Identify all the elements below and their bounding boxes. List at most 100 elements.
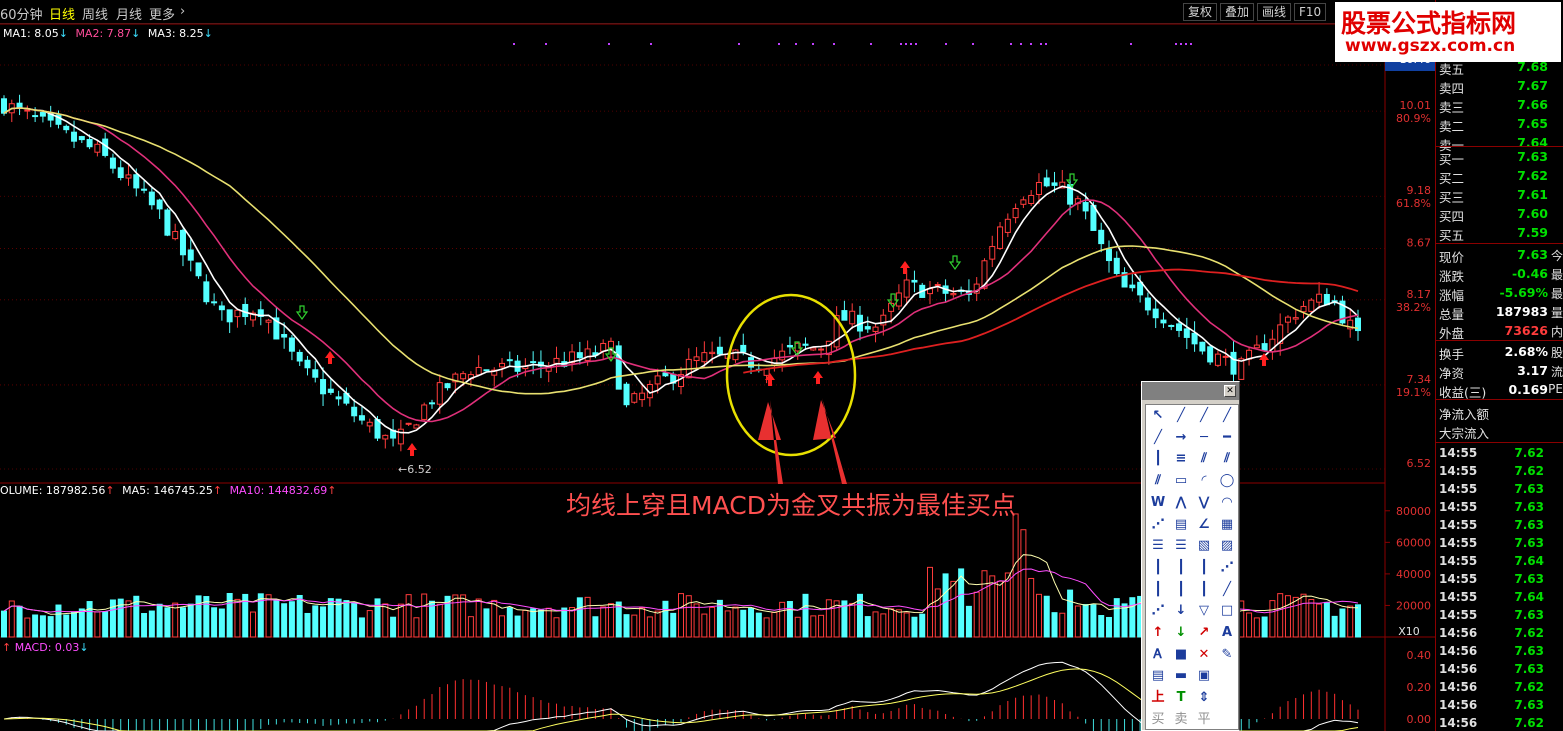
- paint-tool-icon[interactable]: ✎: [1216, 644, 1238, 666]
- tick-time: 14:56: [1439, 716, 1478, 730]
- level-mark-tool-icon[interactable]: ⇕: [1193, 687, 1215, 709]
- channel-tool-icon[interactable]: ⫽: [1216, 448, 1238, 470]
- fibonacci-tool-icon[interactable]: ☰: [1147, 535, 1169, 557]
- sell-level-4: 卖四 7.67: [1436, 77, 1563, 96]
- fibonacci-channel-tool-icon[interactable]: ▨: [1216, 535, 1238, 557]
- volume-bar: [623, 614, 630, 638]
- box-tool-icon[interactable]: □: [1216, 600, 1238, 622]
- gann-fan-tool-icon[interactable]: ⋰: [1147, 514, 1169, 536]
- vertical-line-tool-icon[interactable]: ┃: [1147, 448, 1169, 470]
- tick-price: 7.63: [1514, 536, 1544, 550]
- zigzag-tool-icon[interactable]: ⋁: [1193, 492, 1215, 514]
- volume-bar: [86, 601, 93, 638]
- quote-value: 7.62: [1517, 168, 1548, 183]
- volume-bar: [1246, 612, 1253, 638]
- period-tool-icon[interactable]: ┃: [1147, 579, 1169, 601]
- gann-angle-tool-icon[interactable]: ∠: [1193, 514, 1215, 536]
- event-dot: [1130, 43, 1132, 45]
- image-tool-icon[interactable]: ▣: [1193, 665, 1215, 687]
- ma-legend: MA1: 8.05↓ MA2: 7.87↓ MA3: 8.25↓: [3, 27, 213, 40]
- blank-tool-icon[interactable]: [1216, 665, 1238, 687]
- ray-tool-icon[interactable]: ╱: [1193, 405, 1215, 427]
- volume-bar: [895, 609, 902, 638]
- gann-grid-tool-icon[interactable]: ▤: [1170, 514, 1192, 536]
- tick-time: 14:55: [1439, 464, 1478, 478]
- text-tool-icon[interactable]: A: [1216, 622, 1238, 644]
- square-tool-icon[interactable]: ┃: [1193, 579, 1215, 601]
- down-arrow-tool-icon[interactable]: ↓: [1170, 600, 1192, 622]
- parallel-channel-tool-icon[interactable]: ⫽: [1147, 470, 1169, 492]
- site-watermark: 股票公式指标网 www.gszx.com.cn: [1335, 2, 1561, 62]
- wave-mark-tool-icon[interactable]: ⋀: [1170, 492, 1192, 514]
- event-dot: [833, 43, 835, 45]
- tee-mark-tool-icon[interactable]: T: [1170, 687, 1192, 709]
- event-dot: [778, 43, 780, 45]
- candle-body: [460, 373, 467, 380]
- volume-bar: [584, 596, 591, 638]
- fibonacci-fan-tool-icon[interactable]: ☰: [1170, 535, 1192, 557]
- flow-label: 大宗流入: [1439, 426, 1490, 441]
- arrow-segment-tool-icon[interactable]: →: [1170, 427, 1192, 449]
- gann-box-tool-icon[interactable]: ▦: [1216, 514, 1238, 536]
- candle-body: [872, 326, 879, 332]
- close-icon[interactable]: ✕: [1224, 385, 1236, 397]
- candle-body: [109, 157, 116, 169]
- circle-tool-icon[interactable]: ◯: [1216, 470, 1238, 492]
- quote-divider: [1436, 399, 1563, 400]
- flat-label-tool-icon[interactable]: 平: [1193, 709, 1215, 731]
- fan-tool-icon[interactable]: ⋰: [1147, 600, 1169, 622]
- volume-bar: [786, 601, 793, 638]
- stat-row: 换手 2.68% 股: [1436, 343, 1563, 362]
- volume-bar: [102, 611, 109, 638]
- drawing-toolbox[interactable]: ✕ ↖ ╱ ╱ ╱ ╱ → ─ ━ ┃ ≡ ⫽ ⫽ ⫽ ▭ ◜ ◯ W ⋀ ⋁ ◠ ⋰ ▤ ∠ ▦ ☰ ☰ ▧ ▨ ┃ ┃ ┃ ⋰ ┃ ┃ ┃ ╱ ⋰ ↓…: [1141, 381, 1240, 731]
- quote-label: 买二: [1439, 171, 1465, 186]
- event-dot: [900, 43, 902, 45]
- wave-tool-icon[interactable]: W: [1147, 492, 1169, 514]
- fibonacci-time-tool-icon[interactable]: ┃: [1170, 557, 1192, 579]
- volume-bar: [1051, 612, 1058, 638]
- fill-tool-icon[interactable]: ■: [1170, 644, 1192, 666]
- candle-body: [234, 309, 241, 318]
- time-zone-tool-icon[interactable]: ┃: [1147, 557, 1169, 579]
- lucas-tool-icon[interactable]: ┃: [1170, 579, 1192, 601]
- note-tool-icon[interactable]: ▤: [1147, 665, 1169, 687]
- up-arrow-mark-icon[interactable]: ↑: [1147, 622, 1169, 644]
- cycle-tool-icon[interactable]: ◠: [1216, 492, 1238, 514]
- parallel-line-tool-icon[interactable]: ⫽: [1193, 448, 1215, 470]
- blank-tool-icon-2[interactable]: [1216, 687, 1238, 709]
- segment-tool-icon[interactable]: ╱: [1147, 427, 1169, 449]
- tick-time: 14:55: [1439, 482, 1478, 496]
- sell-arrow-mark-icon[interactable]: ↗: [1193, 622, 1215, 644]
- horizontal-line-tool-icon[interactable]: ━: [1216, 427, 1238, 449]
- price-line-tool-icon[interactable]: ≡: [1170, 448, 1192, 470]
- buy-mark-tool-icon[interactable]: 上: [1147, 687, 1169, 709]
- down-arrow-mark-icon[interactable]: ↓: [1170, 622, 1192, 644]
- candle-body: [335, 396, 342, 400]
- volume-bar: [281, 603, 288, 638]
- triangle-tool-icon[interactable]: ▽: [1193, 600, 1215, 622]
- fibonacci-arc-tool-icon[interactable]: ▧: [1193, 535, 1215, 557]
- sell-label-tool-icon[interactable]: 卖: [1170, 709, 1192, 731]
- trend-fan-tool-icon[interactable]: ╱: [1216, 579, 1238, 601]
- arc-tool-icon[interactable]: ◜: [1193, 470, 1215, 492]
- tick-price: 7.62: [1514, 464, 1544, 478]
- tick-price: 7.63: [1514, 572, 1544, 586]
- line-tool-icon[interactable]: ╱: [1170, 405, 1192, 427]
- extended-line-tool-icon[interactable]: ╱: [1216, 405, 1238, 427]
- cycle-line-tool-icon[interactable]: ┃: [1193, 557, 1215, 579]
- text-box-tool-icon[interactable]: Ꭺ: [1147, 644, 1169, 666]
- candle-body: [179, 229, 186, 256]
- buy-label-tool-icon[interactable]: 买: [1147, 709, 1169, 731]
- horizontal-segment-tool-icon[interactable]: ─: [1193, 427, 1215, 449]
- volume-bar: [880, 613, 887, 638]
- ruler-tool-icon[interactable]: ▬: [1170, 665, 1192, 687]
- rectangle-tool-icon[interactable]: ▭: [1170, 470, 1192, 492]
- candle-body: [366, 421, 373, 427]
- toolbox-titlebar[interactable]: ✕: [1142, 382, 1239, 400]
- volume-bar: [1355, 604, 1361, 638]
- volume-bar: [1082, 604, 1089, 638]
- delete-tool-icon[interactable]: ✕: [1193, 644, 1215, 666]
- event-dot: [1040, 43, 1042, 45]
- select-tool-icon[interactable]: ↖: [1147, 405, 1169, 427]
- speed-line-tool-icon[interactable]: ⋰: [1216, 557, 1238, 579]
